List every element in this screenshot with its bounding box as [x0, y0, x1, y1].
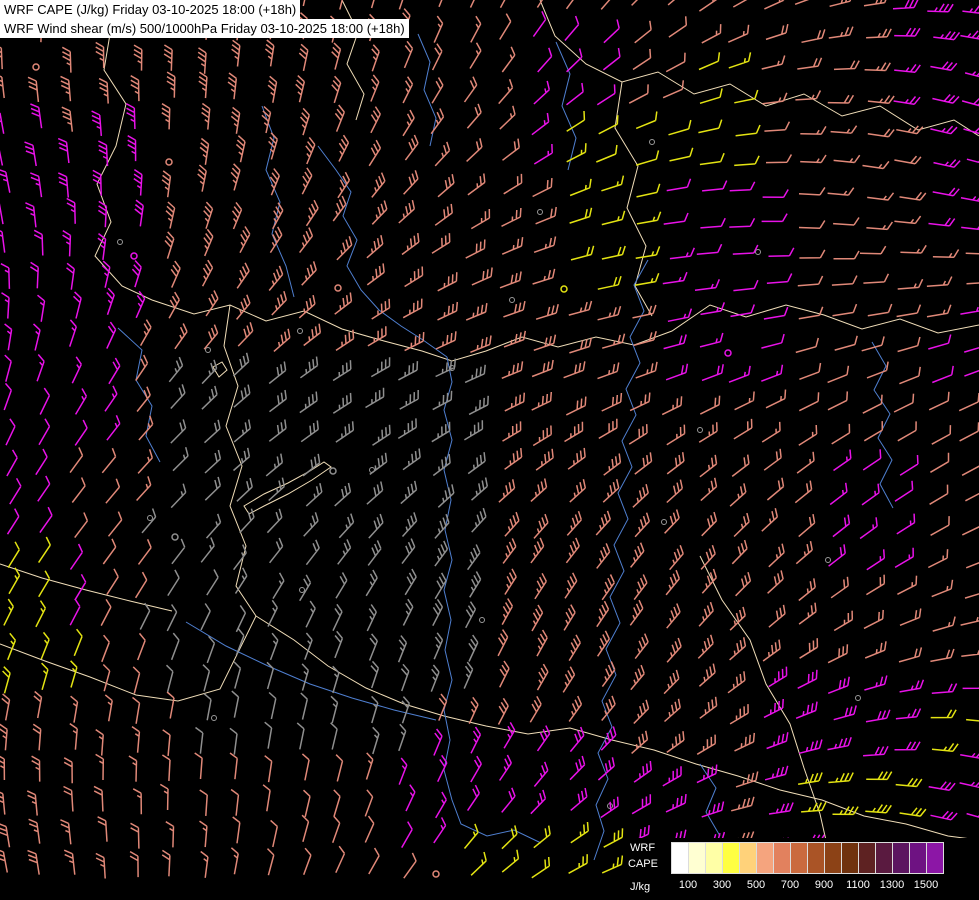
- legend-swatch: [705, 842, 723, 874]
- city-markers-layer: [117, 139, 861, 809]
- legend-swatch: [909, 842, 927, 874]
- legend-model-label: WRF: [630, 842, 656, 854]
- legend-swatch: [841, 842, 859, 874]
- legend-swatch: [739, 842, 757, 874]
- legend-swatch: [807, 842, 825, 874]
- legend-swatch: [671, 842, 689, 874]
- legend-tick-label: 900: [814, 879, 834, 891]
- legend-tick-label: 1500: [913, 879, 939, 891]
- wind-barbs-layer: [0, 0, 979, 883]
- legend-tick-label: 1100: [846, 879, 870, 891]
- legend-unit-label: J/kg: [630, 881, 651, 893]
- legend-tick-label: 500: [746, 879, 766, 891]
- cape-legend: WRF CAPE J/kg 100 300 500 700 900 1100 1300 150…: [623, 838, 979, 900]
- legend-color-bar: [671, 842, 944, 874]
- weather-map: WRF CAPE (J/kg) Friday 03-10-2025 18:00 …: [0, 0, 979, 900]
- legend-swatch: [722, 842, 740, 874]
- legend-tick-label: 100: [678, 879, 698, 891]
- legend-swatch: [824, 842, 842, 874]
- legend-swatch: [756, 842, 774, 874]
- map-canvas: [0, 0, 979, 900]
- map-title-cape: WRF CAPE (J/kg) Friday 03-10-2025 18:00 …: [0, 0, 301, 19]
- legend-swatch: [875, 842, 893, 874]
- legend-param-label: CAPE: [628, 858, 658, 870]
- legend-tick-labels: 100 300 500 700 900 1100 1300 1500: [671, 879, 945, 893]
- legend-tick-label: 700: [780, 879, 800, 891]
- legend-swatch: [790, 842, 808, 874]
- legend-swatch: [773, 842, 791, 874]
- borders-layer: [0, 0, 979, 900]
- legend-swatch: [858, 842, 876, 874]
- legend-swatch: [892, 842, 910, 874]
- legend-swatch: [926, 842, 944, 874]
- legend-tick-label: 1300: [879, 879, 905, 891]
- legend-swatch: [688, 842, 706, 874]
- map-title-windshear: WRF Wind shear (m/s) 500/1000hPa Friday …: [0, 19, 409, 38]
- legend-tick-label: 300: [712, 879, 732, 891]
